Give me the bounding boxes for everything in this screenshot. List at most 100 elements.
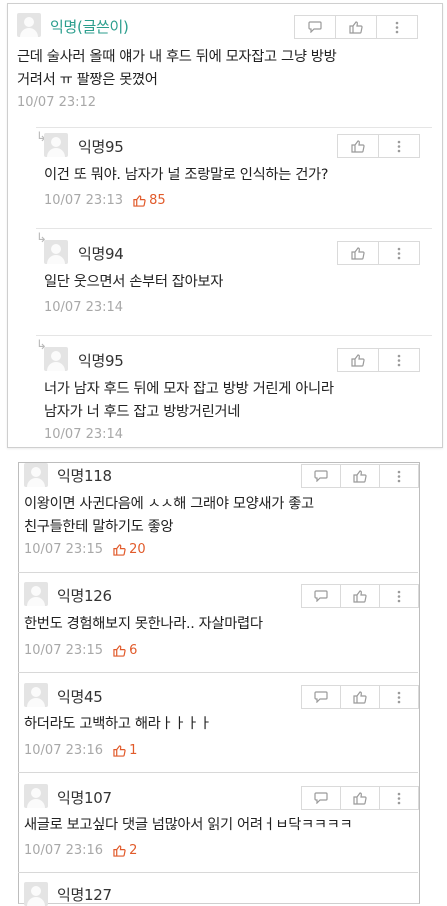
comment-actions <box>301 584 419 608</box>
comment-author: 익명94 <box>78 245 124 263</box>
divider <box>18 572 418 573</box>
comment-time: 10/07 23:15 <box>24 643 104 658</box>
comment-actions <box>337 134 420 158</box>
avatar <box>44 240 68 264</box>
comment-time: 10/07 23:12 <box>17 95 97 110</box>
comment-author: 익명95 <box>78 352 124 370</box>
comment-time: 10/07 23:15 <box>24 542 104 557</box>
reply-button[interactable] <box>301 786 341 810</box>
comment-time: 10/07 23:14 <box>44 427 124 442</box>
comment-body: 한번도 경험해보지 못한나라.. 자살마렵다 <box>24 616 263 632</box>
comment-body-line: 남자가 너 후드 잡고 방방거린거네 <box>44 404 241 420</box>
more-button[interactable] <box>378 241 420 265</box>
comment-body: 너가 남자 후드 뒤에 모자 잡고 방방 거린게 아니라 남자가 너 후드 잡고… <box>44 378 334 424</box>
divider <box>18 672 418 673</box>
thumbs-up-icon <box>351 246 365 260</box>
comment-meta: 10/07 23:16 1 <box>24 743 137 758</box>
avatar <box>24 683 48 707</box>
avatar <box>24 582 48 606</box>
avatar <box>24 882 48 906</box>
comment-time: 10/07 23:13 <box>44 193 124 208</box>
comment-meta: 10/07 23:15 20 <box>24 542 146 557</box>
thumbs-up-icon <box>113 744 126 757</box>
comment-actions <box>301 786 419 810</box>
comment-author: 익명118 <box>57 467 112 485</box>
comment-body-line: 이왕이면 사귄다음에 ㅅㅅ해 그래야 모양새가 좋고 <box>24 496 314 512</box>
comment-meta: 10/07 23:13 85 <box>44 193 166 208</box>
divider <box>18 772 418 773</box>
comment-author: 익명95 <box>78 138 124 156</box>
vertical-dots-icon <box>397 140 401 152</box>
comment-actions <box>337 348 420 372</box>
thumbs-up-icon <box>113 644 126 657</box>
divider <box>36 127 432 128</box>
comment-body: 하더라도 고백하고 해라ㅏㅏㅏㅏ <box>24 716 212 732</box>
like-count: 85 <box>133 193 166 208</box>
thumbs-up-icon <box>353 690 367 704</box>
comment-meta: 10/07 23:14 <box>44 427 123 442</box>
avatar <box>24 784 48 808</box>
comment-body: 새글로 보고싶다 댓글 넘많아서 읽기 어려ㅓㅂ닥ㅋㅋㅋㅋ <box>24 817 353 833</box>
like-button[interactable] <box>337 241 379 265</box>
divider <box>36 335 432 336</box>
more-button[interactable] <box>378 348 420 372</box>
vertical-dots-icon <box>397 470 401 482</box>
comment-body-line: 친구들한테 말하기도 좋앙 <box>24 519 174 535</box>
reply-button[interactable] <box>301 464 341 488</box>
like-count: 1 <box>113 743 137 758</box>
thumbs-up-icon <box>349 20 363 34</box>
speech-bubble-icon <box>314 691 328 703</box>
vertical-dots-icon <box>397 590 401 602</box>
comment-body-line: 근데 술사러 올때 얘가 내 후드 뒤에 모자잡고 그냥 방방 <box>17 49 337 65</box>
like-count: 2 <box>113 843 137 858</box>
vertical-dots-icon <box>397 354 401 366</box>
vertical-dots-icon <box>397 247 401 259</box>
thumbs-up-icon <box>351 353 365 367</box>
comment-body: 일단 웃으면서 손부터 잡아보자 <box>44 274 224 290</box>
thumbs-up-icon <box>351 139 365 153</box>
like-count-value: 1 <box>129 743 138 758</box>
comment-actions <box>337 241 420 265</box>
comment-author: 익명107 <box>57 789 112 807</box>
comment-actions <box>301 464 419 488</box>
like-count-value: 20 <box>129 542 146 557</box>
thumbs-up-icon <box>133 194 146 207</box>
avatar <box>17 13 41 37</box>
comment-author: 익명126 <box>57 587 112 605</box>
like-button[interactable] <box>335 15 377 39</box>
more-button[interactable] <box>378 134 420 158</box>
divider <box>18 872 418 873</box>
like-button[interactable] <box>340 464 380 488</box>
avatar <box>44 347 68 371</box>
like-count-value: 2 <box>129 843 138 858</box>
thumbs-up-icon <box>353 469 367 483</box>
comment-body: 이건 또 뭐야. 남자가 널 조랑말로 인식하는 건가? <box>44 167 329 183</box>
comment-body-line: 너가 남자 후드 뒤에 모자 잡고 방방 거린게 아니라 <box>44 381 334 397</box>
like-button[interactable] <box>337 134 379 158</box>
more-button[interactable] <box>379 685 419 709</box>
like-count: 6 <box>113 643 137 658</box>
like-count: 20 <box>113 542 146 557</box>
divider <box>36 228 432 229</box>
like-button[interactable] <box>340 786 380 810</box>
vertical-dots-icon <box>397 691 401 703</box>
like-button[interactable] <box>340 685 380 709</box>
more-button[interactable] <box>379 786 419 810</box>
like-button[interactable] <box>340 584 380 608</box>
reply-button[interactable] <box>294 15 336 39</box>
more-button[interactable] <box>379 464 419 488</box>
comment-author: 익명127 <box>57 886 112 904</box>
like-button[interactable] <box>337 348 379 372</box>
thumbs-up-icon <box>353 791 367 805</box>
reply-button[interactable] <box>301 584 341 608</box>
comment-time: 10/07 23:16 <box>24 843 104 858</box>
avatar <box>24 463 48 487</box>
reply-button[interactable] <box>301 685 341 709</box>
vertical-dots-icon <box>397 792 401 804</box>
comment-actions <box>294 15 418 39</box>
comment-meta: 10/07 23:16 2 <box>24 843 137 858</box>
more-button[interactable] <box>376 15 418 39</box>
speech-bubble-icon <box>314 792 328 804</box>
more-button[interactable] <box>379 584 419 608</box>
avatar <box>44 133 68 157</box>
